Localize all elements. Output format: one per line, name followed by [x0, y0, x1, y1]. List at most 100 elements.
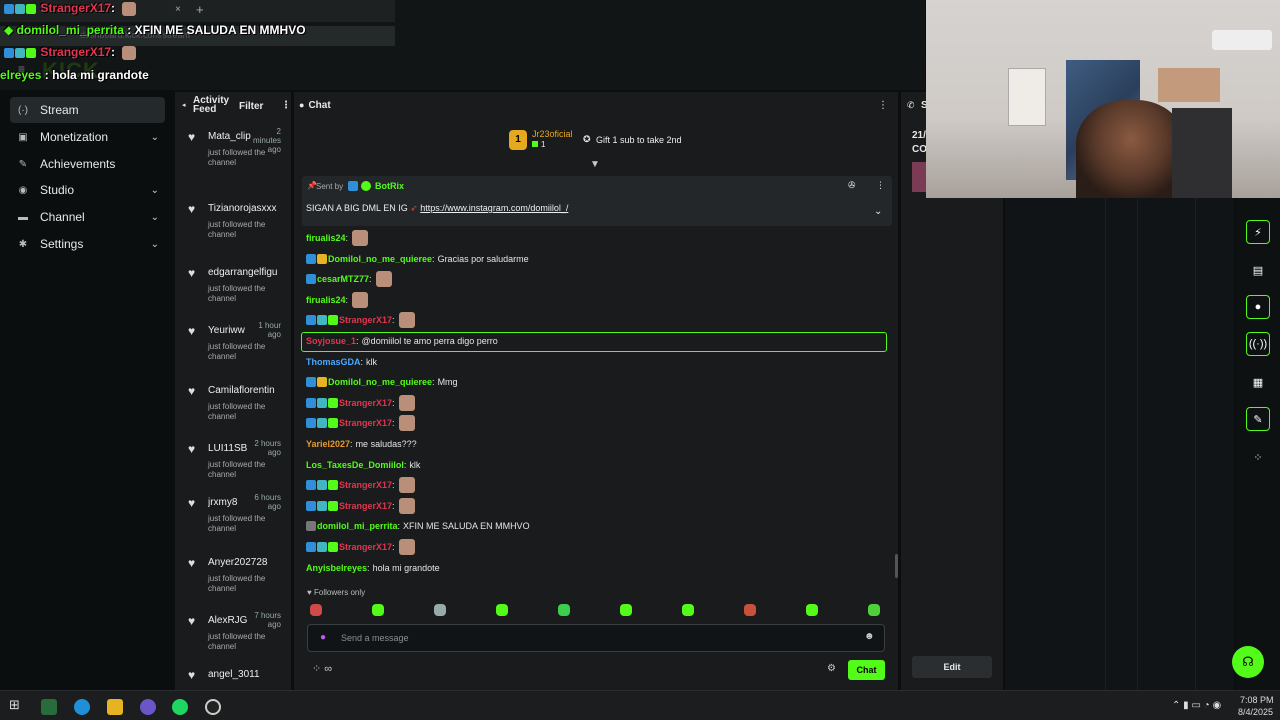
chat-username[interactable]: firualis24 — [306, 295, 346, 305]
clock-time[interactable]: 7:08 PM — [1240, 695, 1274, 705]
pinned-sender[interactable]: BotRix — [375, 181, 404, 191]
pinned-more-icon[interactable]: ⋮ — [876, 180, 885, 191]
pin-toggle-icon[interactable]: ✇ — [848, 180, 856, 191]
layout-icon[interactable]: ▦ — [1246, 370, 1270, 394]
chat-username[interactable]: StrangerX17 — [339, 501, 392, 511]
lightning-icon[interactable]: ⚡ — [1246, 220, 1270, 244]
top-gifter-name[interactable]: Jr23oficial — [532, 129, 573, 139]
emote-icon[interactable] — [868, 604, 880, 616]
emote-icon[interactable] — [310, 604, 322, 616]
clock-date[interactable]: 8/4/2025 — [1238, 707, 1273, 717]
activity-feed-item[interactable]: ♥ angel_3011 — [175, 668, 291, 690]
chat-username[interactable]: cesarMTZ77 — [317, 274, 369, 284]
collapse-arrow-icon[interactable]: ◂ — [182, 101, 186, 109]
obs-app-icon[interactable] — [140, 699, 156, 715]
chat-username[interactable]: StrangerX17 — [339, 398, 392, 408]
windows-start-icon[interactable]: ⊞ — [9, 697, 25, 713]
chat-message[interactable]: cesarMTZ77: — [306, 271, 392, 287]
filter-button[interactable]: Filter — [239, 101, 263, 112]
nav-item-channel[interactable]: ▬ Channel ⌄ — [10, 204, 165, 230]
chat-message[interactable]: StrangerX17: — [306, 395, 415, 411]
chat-input[interactable]: ● Send a message ☻ — [307, 624, 885, 652]
follower-name[interactable]: Tizianorojasxxx — [208, 203, 282, 214]
follower-name[interactable]: angel_3011 — [208, 669, 282, 680]
chat-message[interactable]: Los_TaxesDe_Domiilol: klk — [306, 458, 420, 472]
activity-feed-item[interactable]: ♥ Mata_clip 2 minutes ago just followed the… — [175, 127, 291, 186]
activity-feed-item[interactable]: ♥ Tizianorojasxxx just followed the channe… — [175, 202, 291, 258]
nav-item-studio[interactable]: ◉ Studio ⌄ — [10, 177, 165, 203]
activity-feed-item[interactable]: ♥ Yeuriww 1 hour ago just followed the chan… — [175, 321, 291, 380]
edit-button[interactable]: Edit — [912, 656, 992, 678]
file-explorer-icon[interactable] — [107, 699, 123, 715]
tray-icons[interactable]: ⌃ ▮ ▭ ◔ ◉ — [1172, 700, 1221, 711]
chat-username[interactable]: Los_TaxesDe_Domiilol — [306, 460, 404, 470]
terminal-icon[interactable] — [41, 699, 57, 715]
chat-message[interactable]: StrangerX17: — [306, 415, 415, 431]
chat-message[interactable]: StrangerX17: — [306, 477, 415, 493]
chat-username[interactable]: firualis24 — [306, 233, 346, 243]
emote-icon[interactable] — [682, 604, 694, 616]
follower-name[interactable]: edgarrangelfigu — [208, 267, 282, 278]
expand-chevron-icon[interactable]: ⌄ — [874, 206, 882, 217]
pinned-link[interactable]: https://www.instagram.com/domiilol_/ — [420, 203, 568, 213]
emoji-picker-icon[interactable]: ☻ — [864, 631, 875, 642]
chat-message[interactable]: StrangerX17: — [306, 312, 415, 328]
obs-studio-icon[interactable] — [205, 699, 221, 715]
nav-item-monetization[interactable]: ▣ Monetization ⌄ — [10, 124, 165, 150]
close-tab-icon[interactable]: × — [175, 4, 181, 15]
scroll-down-icon[interactable]: ▼ — [590, 159, 600, 170]
spotify-icon[interactable] — [172, 699, 188, 715]
activity-feed-item[interactable]: ♥ AlexRJG 7 hours ago just followed the cha… — [175, 611, 291, 670]
chat-settings-icon[interactable]: ⚙ — [827, 663, 836, 674]
chat-message[interactable]: StrangerX17: — [306, 498, 415, 514]
new-tab-icon[interactable]: + — [196, 2, 204, 17]
activity-feed-item[interactable]: ♥ Anyer202728 just followed the channel — [175, 556, 291, 612]
emote-icon[interactable] — [806, 604, 818, 616]
apps-icon[interactable]: ⁘ — [1246, 445, 1270, 469]
chat-message[interactable]: Domilol_no_me_quieree: Gracias por saluda… — [306, 252, 529, 266]
emote-icon[interactable] — [620, 604, 632, 616]
more-options-icon[interactable]: ⋮ — [281, 100, 291, 111]
chat-username[interactable]: Domilol_no_me_quieree — [328, 377, 432, 387]
chat-username[interactable]: StrangerX17 — [339, 418, 392, 428]
chat-message[interactable]: StrangerX17: — [306, 539, 415, 555]
activity-feed-item[interactable]: ♥ edgarrangelfigu just followed the channe… — [175, 266, 291, 322]
chat-message[interactable]: Domilol_no_me_quieree: Mmg — [306, 375, 458, 389]
menu-icon[interactable]: ≡ — [18, 62, 25, 76]
chat-username[interactable]: ThomasGDA — [306, 357, 361, 367]
chat-username[interactable]: Anyisbelreyes — [306, 563, 367, 573]
edge-icon[interactable] — [74, 699, 90, 715]
emote-icon[interactable] — [744, 604, 756, 616]
chat-send-button[interactable]: Chat — [848, 660, 885, 680]
chat-scrollbar[interactable] — [895, 554, 898, 578]
chat-username[interactable]: StrangerX17 — [339, 315, 392, 325]
emote-icon[interactable] — [372, 604, 384, 616]
chat-message[interactable]: Yariel2027: me saludas??? — [306, 437, 417, 451]
chat-message[interactable]: Soyjosue_1: @domiilol te amo perra digo p… — [306, 334, 498, 348]
emote-icon[interactable] — [496, 604, 508, 616]
follower-name[interactable]: Anyer202728 — [208, 557, 282, 568]
chat-username[interactable]: Yariel2027 — [306, 439, 350, 449]
chat-message[interactable]: firualis24: — [306, 292, 369, 308]
chat-username[interactable]: domilol_mi_perrita — [317, 521, 398, 531]
follower-name[interactable]: Camilaflorentin — [208, 385, 282, 396]
emote-icon[interactable] — [558, 604, 570, 616]
chat-username[interactable]: StrangerX17 — [339, 542, 392, 552]
activity-feed-item[interactable]: ♥ jrxmy8 6 hours ago just followed the chan… — [175, 493, 291, 552]
nav-item-achievements[interactable]: ✎ Achievements — [10, 151, 165, 177]
activity-feed-item[interactable]: ♥ LUI11SB 2 hours ago just followed the cha… — [175, 439, 291, 498]
connections-icon[interactable]: ⁘ ∞ — [312, 662, 332, 675]
emote-icon[interactable] — [434, 604, 446, 616]
chat-username[interactable]: Soyjosue_1 — [306, 336, 356, 346]
chat-bubble-icon[interactable]: ● — [1246, 295, 1270, 319]
notes-icon[interactable]: ▤ — [1246, 258, 1270, 282]
nav-item-settings[interactable]: ✱ Settings ⌄ — [10, 231, 165, 257]
activity-feed-item[interactable]: ♥ Camilaflorentin just followed the channe… — [175, 384, 291, 440]
chat-username[interactable]: StrangerX17 — [339, 480, 392, 490]
chat-message[interactable]: domilol_mi_perrita: XFIN ME SALUDA EN MMH… — [306, 519, 530, 533]
nav-item-stream[interactable]: (·) Stream — [10, 97, 165, 123]
broadcast-icon[interactable]: ((·)) — [1246, 332, 1270, 356]
chat-more-options-icon[interactable]: ⋮ — [878, 100, 888, 111]
chat-username[interactable]: Domilol_no_me_quieree — [328, 254, 432, 264]
chat-message[interactable]: Anyisbelreyes: hola mi grandote — [306, 561, 440, 575]
